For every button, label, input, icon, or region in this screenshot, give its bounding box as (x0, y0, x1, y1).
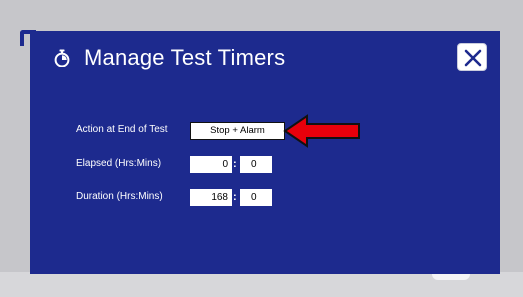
duration-mins-field[interactable]: 0 (240, 189, 272, 206)
duration-label: Duration (Hrs:Mins) (76, 191, 163, 202)
dialog-header: Manage Test Timers (54, 45, 285, 71)
elapsed-colon: : (233, 158, 237, 170)
stopwatch-icon (54, 49, 70, 67)
dialog-title: Manage Test Timers (84, 45, 286, 70)
duration-hours-field[interactable]: 168 (190, 189, 232, 206)
elapsed-label: Elapsed (Hrs:Mins) (76, 158, 162, 169)
action-at-end-select[interactable]: Stop + Alarm (190, 122, 285, 140)
red-arrow-icon (283, 114, 360, 148)
duration-colon: : (233, 191, 237, 203)
manage-test-timers-dialog: Manage Test Timers Action at End of Test… (30, 31, 500, 274)
action-at-end-label: Action at End of Test (76, 124, 168, 135)
elapsed-hours-field[interactable]: 0 (190, 156, 232, 173)
close-icon (464, 49, 482, 67)
close-button[interactable] (457, 43, 487, 71)
elapsed-mins-field[interactable]: 0 (240, 156, 272, 173)
